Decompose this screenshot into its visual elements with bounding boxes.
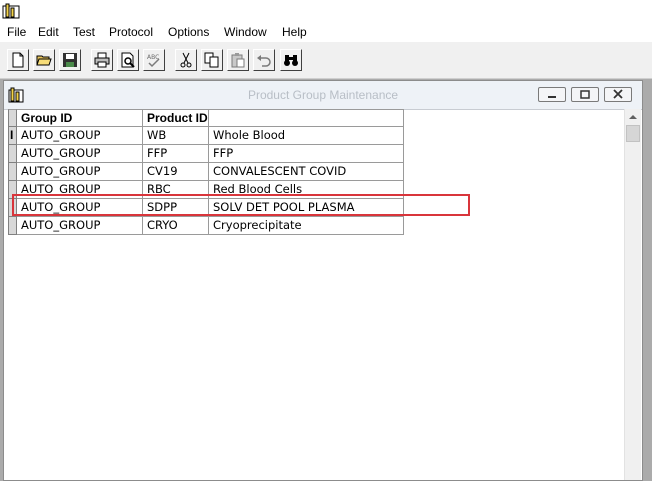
- menu-test[interactable]: Test: [73, 25, 95, 39]
- table-cell[interactable]: FFP: [143, 145, 209, 163]
- paste-button[interactable]: [227, 49, 249, 71]
- open-folder-icon: [36, 55, 52, 66]
- copy-icon: [204, 52, 219, 68]
- app-icon: [2, 3, 20, 19]
- row-selector[interactable]: [8, 163, 17, 181]
- spell-check-icon: ABC: [147, 54, 160, 68]
- table-cell[interactable]: AUTO_GROUP: [17, 163, 143, 181]
- app-titlebar: [0, 0, 652, 22]
- new-document-icon: [12, 52, 24, 68]
- menu-edit[interactable]: Edit: [38, 25, 59, 39]
- print-preview-button[interactable]: [117, 49, 139, 71]
- table-cell[interactable]: CONVALESCENT COVID: [209, 163, 404, 181]
- cut-button[interactable]: [175, 49, 197, 71]
- binoculars-icon: [284, 55, 298, 66]
- copy-button[interactable]: [201, 49, 223, 71]
- menu-options[interactable]: Options: [168, 25, 209, 39]
- new-document-button[interactable]: [7, 49, 29, 71]
- table-cell[interactable]: WB: [143, 127, 209, 145]
- menu-bar: File Edit Test Protocol Options Window H…: [0, 22, 652, 42]
- row-highlight-box: [12, 194, 470, 216]
- save-icon: [63, 53, 77, 67]
- clipboard-icon: [231, 53, 245, 68]
- scroll-up-arrow-icon[interactable]: [625, 109, 641, 125]
- print-button[interactable]: [91, 49, 113, 71]
- table-cell[interactable]: CRYO: [143, 217, 209, 235]
- table-cell[interactable]: FFP: [209, 145, 404, 163]
- scissors-icon: [180, 52, 192, 68]
- close-button[interactable]: [604, 87, 632, 102]
- column-header-group-id[interactable]: Group ID: [17, 109, 143, 127]
- menu-window[interactable]: Window: [224, 25, 267, 39]
- window-titlebar: Product Group Maintenance: [4, 81, 642, 110]
- table-cell[interactable]: Whole Blood: [209, 127, 404, 145]
- vertical-scrollbar[interactable]: [624, 109, 641, 480]
- print-preview-icon: [121, 52, 135, 68]
- table-cell[interactable]: Cryoprecipitate: [209, 217, 404, 235]
- minimize-button[interactable]: [538, 87, 566, 102]
- row-selector[interactable]: [8, 217, 17, 235]
- product-group-window: Product Group Maintenance Group ID Produ…: [3, 80, 643, 481]
- undo-button[interactable]: [253, 49, 275, 71]
- find-button[interactable]: [280, 49, 302, 71]
- menu-file[interactable]: File: [7, 25, 26, 39]
- menu-protocol[interactable]: Protocol: [109, 25, 153, 39]
- row-selector[interactable]: I: [8, 127, 17, 145]
- row-selector[interactable]: [8, 145, 17, 163]
- column-header-product-id[interactable]: Product ID: [143, 109, 209, 127]
- menu-help[interactable]: Help: [282, 25, 307, 39]
- undo-icon: [257, 55, 271, 67]
- table-cell[interactable]: AUTO_GROUP: [17, 145, 143, 163]
- column-header-description[interactable]: [209, 109, 404, 127]
- table-cell[interactable]: AUTO_GROUP: [17, 217, 143, 235]
- close-icon: [613, 89, 623, 99]
- printer-icon: [94, 52, 110, 68]
- toolbar: ABC: [0, 42, 652, 79]
- text-cursor-icon: I: [10, 128, 14, 142]
- restore-icon: [580, 90, 590, 99]
- open-folder-button[interactable]: [33, 49, 55, 71]
- scrollbar-thumb[interactable]: [626, 125, 640, 142]
- spell-check-button[interactable]: ABC: [143, 49, 165, 71]
- header-corner: [8, 109, 17, 127]
- table-cell[interactable]: CV19: [143, 163, 209, 181]
- table-cell[interactable]: AUTO_GROUP: [17, 127, 143, 145]
- restore-button[interactable]: [571, 87, 599, 102]
- minimize-icon: [548, 96, 556, 98]
- save-button[interactable]: [59, 49, 81, 71]
